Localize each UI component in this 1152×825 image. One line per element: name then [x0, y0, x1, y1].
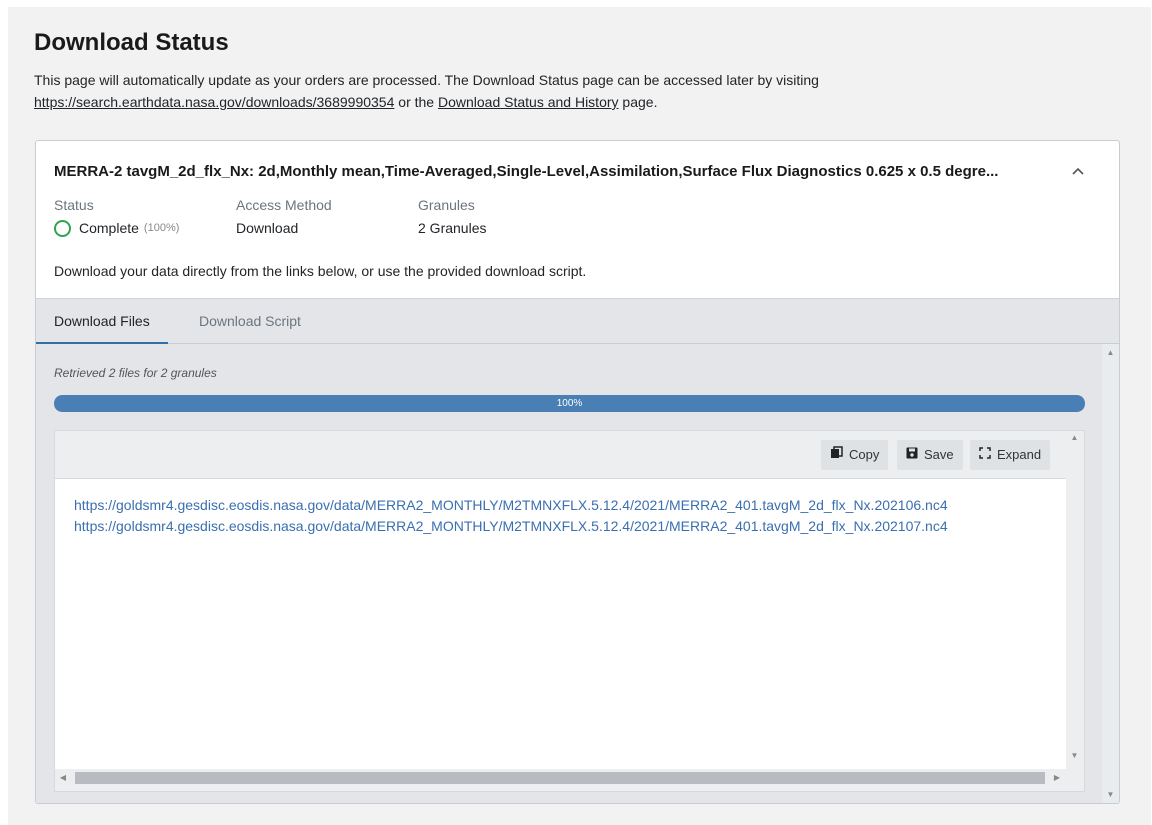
pane-scroll-down-arrow-icon[interactable]: ▼: [1102, 790, 1119, 799]
copy-label: Copy: [849, 447, 880, 462]
copy-icon: [830, 440, 843, 470]
granules-label: Granules: [418, 197, 475, 213]
help-text: Download your data directly from the lin…: [54, 263, 587, 279]
dataset-name: MERRA-2 tavgM_2d_flx_Nx: 2d,Monthly mean…: [54, 163, 999, 180]
scroll-down-arrow-icon[interactable]: ▼: [1066, 751, 1083, 760]
intro-or: or the: [398, 94, 435, 110]
download-url-link[interactable]: https://search.earthdata.nasa.gov/downlo…: [34, 94, 394, 110]
intro-sentence: This page will automatically update as y…: [34, 72, 819, 88]
scroll-up-arrow-icon[interactable]: ▲: [1066, 433, 1083, 442]
horizontal-scroll-thumb[interactable]: [75, 772, 1045, 784]
links-list: https://goldsmr4.gesdisc.eosdis.nasa.gov…: [74, 495, 948, 537]
scroll-left-arrow-icon[interactable]: ◀: [57, 773, 69, 782]
chevron-up-icon[interactable]: [1066, 163, 1090, 185]
save-icon: [906, 440, 918, 470]
granules-column: Granules 2 Granules: [418, 194, 486, 240]
status-column: Status Complete (100%): [54, 194, 179, 240]
links-toolbar: Copy Save Expand: [55, 431, 1068, 479]
intro-text: This page will automatically update as y…: [34, 69, 1034, 113]
links-vertical-scrollbar[interactable]: ▲ ▼: [1066, 431, 1084, 769]
access-method-column: Access Method Download: [236, 194, 332, 240]
save-button[interactable]: Save: [897, 440, 963, 470]
page-background: Download Status This page will automatic…: [8, 7, 1151, 825]
order-card-header: MERRA-2 tavgM_2d_flx_Nx: 2d,Monthly mean…: [36, 141, 1119, 298]
expand-icon: [979, 440, 991, 470]
download-history-link[interactable]: Download Status and History: [438, 94, 619, 110]
progress-fill: 100%: [54, 395, 1085, 412]
access-method-value: Download: [236, 220, 299, 236]
status-value-row: Complete (100%): [54, 216, 179, 240]
links-panel: Copy Save Expand https://goldsmr4.gesdis…: [54, 430, 1085, 792]
tab-download-files[interactable]: Download Files: [36, 299, 168, 345]
intro-end: page.: [622, 94, 658, 110]
expand-label: Expand: [997, 447, 1042, 462]
status-value: Complete: [79, 220, 139, 236]
complete-status-icon: [54, 219, 71, 237]
links-textarea[interactable]: https://goldsmr4.gesdisc.eosdis.nasa.gov…: [55, 479, 1068, 769]
progress-bar: 100%: [54, 395, 1085, 412]
pane-vertical-scrollbar[interactable]: ▲ ▼: [1102, 344, 1119, 803]
save-label: Save: [924, 447, 954, 462]
download-link[interactable]: https://goldsmr4.gesdisc.eosdis.nasa.gov…: [74, 516, 948, 537]
page-title: Download Status: [34, 29, 229, 56]
tab-download-script[interactable]: Download Script: [181, 299, 319, 345]
download-link[interactable]: https://goldsmr4.gesdisc.eosdis.nasa.gov…: [74, 495, 948, 516]
download-tabs: Download Files Download Script: [36, 298, 1119, 345]
links-horizontal-scrollbar[interactable]: ◀ ▶: [55, 769, 1068, 787]
status-percent: (100%): [143, 222, 180, 234]
access-method-label: Access Method: [236, 197, 332, 213]
status-label: Status: [54, 197, 94, 213]
expand-button[interactable]: Expand: [970, 440, 1051, 470]
granules-value: 2 Granules: [418, 220, 487, 236]
scroll-right-arrow-icon[interactable]: ▶: [1051, 773, 1063, 782]
order-card: MERRA-2 tavgM_2d_flx_Nx: 2d,Monthly mean…: [35, 140, 1120, 804]
copy-button[interactable]: Copy: [821, 440, 889, 470]
retrieved-summary: Retrieved 2 files for 2 granules: [54, 366, 217, 380]
download-files-pane: Retrieved 2 files for 2 granules 100% Co…: [36, 344, 1119, 803]
pane-scroll-up-arrow-icon[interactable]: ▲: [1102, 348, 1119, 357]
